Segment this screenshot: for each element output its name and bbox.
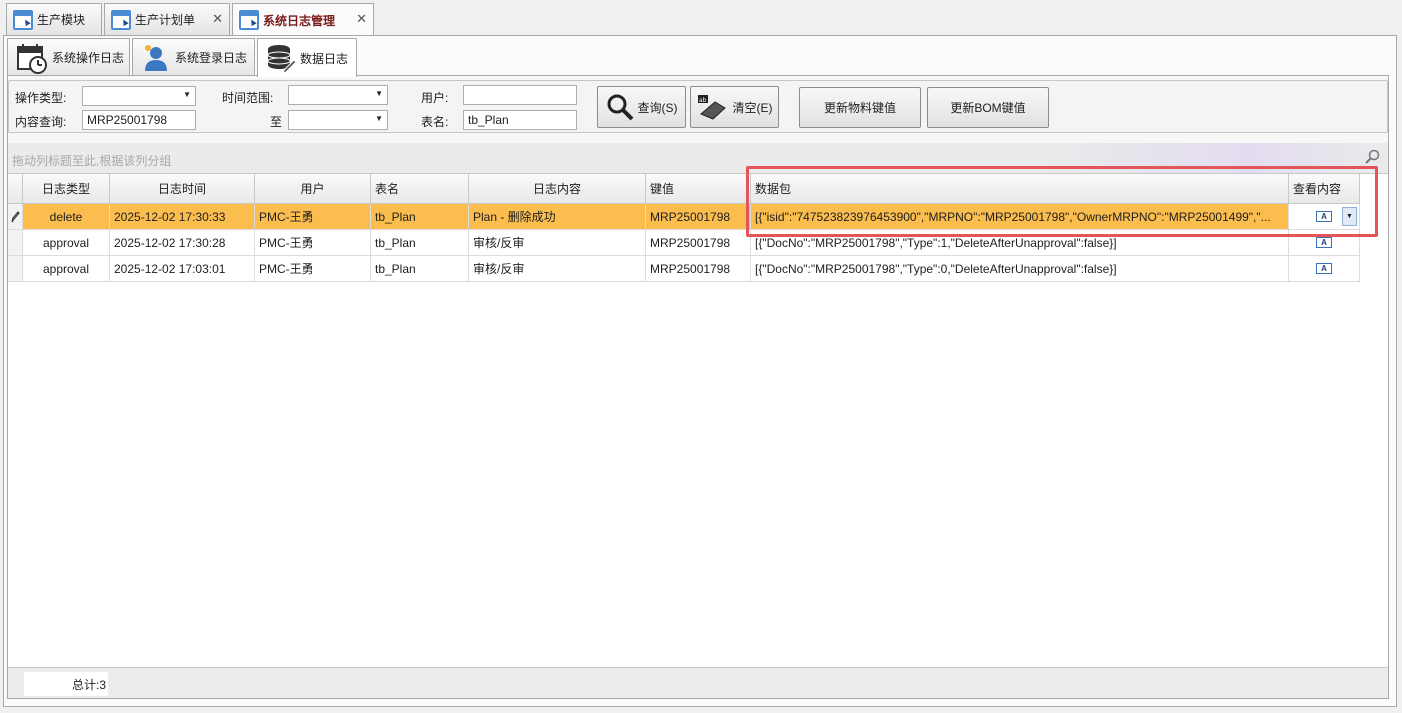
row-indicator	[8, 230, 23, 256]
group-by-panel[interactable]: 拖动列标题至此,根据该列分组	[8, 143, 1388, 174]
cell-time[interactable]: 2025-12-02 17:30:33	[110, 204, 255, 230]
user-icon	[145, 44, 167, 71]
row-indicator	[8, 256, 23, 282]
cell-key[interactable]: MRP25001798	[646, 204, 751, 230]
close-icon[interactable]: ✕	[212, 11, 223, 27]
content-query-label: 内容查询:	[15, 115, 67, 129]
group-hint: 拖动列标题至此,根据该列分组	[12, 154, 172, 168]
cell-user[interactable]: PMC-王勇	[255, 230, 371, 256]
tab-production-module[interactable]: 生产模块	[6, 3, 102, 35]
op-type-label: 操作类型:	[15, 91, 67, 105]
table-name-input[interactable]: tb_Plan	[463, 110, 577, 130]
cell-view[interactable]: A ▼	[1289, 204, 1360, 230]
time-to-select[interactable]: ▼	[288, 110, 388, 130]
tab-system-log[interactable]: 系统日志管理 ✕	[232, 3, 374, 36]
update-bom-key-button[interactable]: 更新BOM键值	[927, 87, 1049, 128]
tab-production-plan[interactable]: 生产计划单 ✕	[104, 3, 230, 35]
cell-key[interactable]: MRP25001798	[646, 230, 751, 256]
update-material-key-button[interactable]: 更新物料键值	[799, 87, 921, 128]
subtab-label: 数据日志	[300, 51, 349, 66]
subtab-label: 系统登录日志	[175, 51, 248, 65]
pencil-icon	[11, 211, 20, 223]
chevron-down-icon: ▼	[375, 89, 383, 98]
column-header[interactable]: 数据包	[751, 174, 1289, 204]
cell-content[interactable]: 审核/反审	[469, 230, 646, 256]
cell-user[interactable]: PMC-王勇	[255, 204, 371, 230]
op-type-select[interactable]: ▼	[82, 86, 196, 106]
subtab-data-log[interactable]: 数据日志	[257, 38, 357, 77]
column-header[interactable]: 键值	[646, 174, 751, 204]
chevron-down-icon: ▼	[183, 90, 191, 99]
subtab-label: 系统操作日志	[52, 51, 125, 65]
svg-text:ab: ab	[699, 97, 707, 104]
window-icon	[111, 9, 131, 30]
column-header[interactable]: 表名	[371, 174, 469, 204]
cell-key[interactable]: MRP25001798	[646, 256, 751, 282]
cell-time[interactable]: 2025-12-02 17:03:01	[110, 256, 255, 282]
time-range-label: 时间范围:	[222, 91, 274, 105]
total-count-cell: 总计:3	[24, 672, 108, 696]
column-header[interactable]: 日志内容	[469, 174, 646, 204]
cell-view[interactable]: A	[1289, 256, 1360, 282]
tab-label: 生产模块	[37, 13, 86, 27]
user-label: 用户:	[421, 91, 449, 105]
database-pencil-icon	[267, 45, 296, 73]
view-content-icon[interactable]: A	[1316, 263, 1332, 274]
grid-footer: 总计:3	[8, 667, 1388, 698]
chevron-down-icon: ▼	[1346, 213, 1353, 220]
column-header[interactable]: 用户	[255, 174, 371, 204]
total-count: 总计:3	[71, 677, 106, 692]
column-header[interactable]: 日志时间	[110, 174, 255, 204]
row-indicator-header	[8, 174, 23, 204]
cell-type[interactable]: approval	[23, 256, 110, 282]
subtab-operation-log[interactable]: 系统操作日志	[7, 38, 130, 76]
clear-button-label: 清空(E)	[732, 100, 773, 115]
cell-content[interactable]: 审核/反审	[469, 256, 646, 282]
query-button-label: 查询(S)	[637, 100, 678, 115]
view-content-icon[interactable]: A	[1316, 237, 1332, 248]
user-input[interactable]	[463, 85, 577, 105]
search-icon[interactable]	[1364, 149, 1380, 165]
cell-table[interactable]: tb_Plan	[371, 204, 469, 230]
content-query-input[interactable]: MRP25001798	[82, 110, 196, 130]
view-content-icon[interactable]: A	[1316, 211, 1332, 222]
cell-content[interactable]: Plan - 删除成功	[469, 204, 646, 230]
cell-type[interactable]: delete	[23, 204, 110, 230]
cell-user[interactable]: PMC-王勇	[255, 256, 371, 282]
calendar-clock-icon	[17, 43, 47, 74]
time-from-select[interactable]: ▼	[288, 85, 388, 105]
subtab-login-log[interactable]: 系统登录日志	[132, 38, 255, 76]
cell-type[interactable]: approval	[23, 230, 110, 256]
tab-label: 系统日志管理	[263, 13, 336, 28]
cell-table[interactable]: tb_Plan	[371, 230, 469, 256]
cell-table[interactable]: tb_Plan	[371, 256, 469, 282]
chevron-down-icon: ▼	[375, 114, 383, 123]
search-icon	[607, 94, 633, 121]
window-icon	[239, 10, 259, 30]
close-icon[interactable]: ✕	[356, 11, 367, 27]
column-header[interactable]: 日志类型	[23, 174, 110, 204]
eraser-icon: ab	[697, 95, 726, 120]
cell-time[interactable]: 2025-12-02 17:30:28	[110, 230, 255, 256]
dropdown-button[interactable]: ▼	[1342, 207, 1357, 226]
query-button[interactable]: 查询(S)	[597, 86, 686, 128]
tab-label: 生产计划单	[135, 13, 196, 27]
cell-package[interactable]: [{"isid":"747523823976453900","MRPNO":"M…	[751, 204, 1289, 230]
row-indicator	[8, 204, 23, 230]
cell-view[interactable]: A	[1289, 230, 1360, 256]
column-header[interactable]: 查看内容	[1289, 174, 1360, 204]
update-material-key-label: 更新物料键值	[823, 101, 896, 115]
to-label: 至	[270, 115, 283, 129]
window-icon	[13, 9, 33, 30]
cell-package[interactable]: [{"DocNo":"MRP25001798","Type":0,"Delete…	[751, 256, 1289, 282]
cell-package[interactable]: [{"DocNo":"MRP25001798","Type":1,"Delete…	[751, 230, 1289, 256]
table-name-label: 表名:	[421, 115, 449, 129]
clear-button[interactable]: ab 清空(E)	[690, 86, 779, 128]
update-bom-key-label: 更新BOM键值	[950, 101, 1026, 115]
